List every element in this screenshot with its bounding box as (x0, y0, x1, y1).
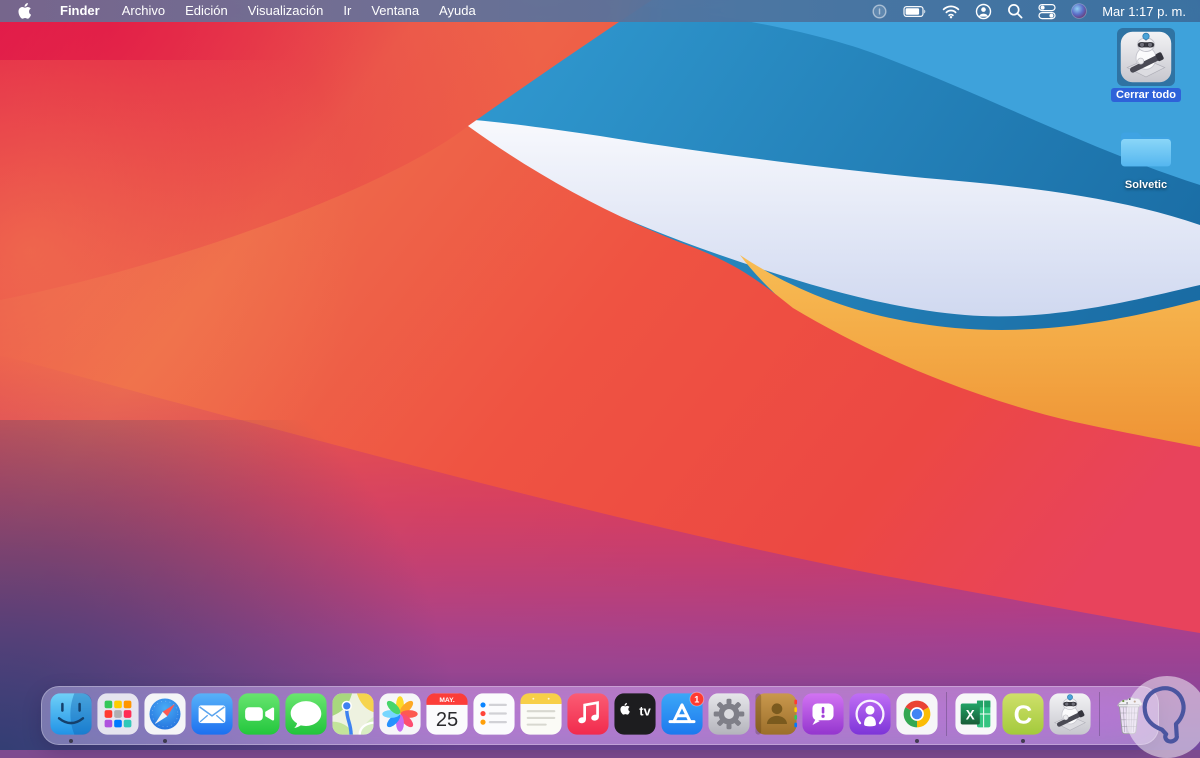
dock-photos[interactable] (378, 692, 422, 736)
dock-safari[interactable] (143, 692, 187, 743)
dock-facetime[interactable] (237, 692, 281, 736)
dock-feedback-assistant[interactable] (801, 692, 845, 736)
blue-folder-icon (1117, 118, 1175, 176)
menu-finder[interactable]: Finder (50, 0, 112, 22)
apple-menu-icon[interactable] (18, 3, 32, 19)
dock-camtasia[interactable]: C (1001, 692, 1045, 743)
dock-separator (1099, 692, 1100, 736)
calendar-month: MAY. (439, 697, 455, 704)
user-account-icon[interactable] (975, 3, 992, 20)
running-indicator (915, 739, 919, 743)
dock-notes[interactable] (519, 692, 563, 736)
dock-app-store[interactable]: 1 (660, 691, 705, 736)
dock-separator (946, 692, 947, 736)
tv-label: tv (639, 704, 651, 719)
desktop-icon-label: Cerrar todo (1111, 88, 1181, 102)
calendar-day: 25 (436, 709, 458, 731)
menu-ir[interactable]: Ir (333, 0, 361, 22)
dock-apple-tv[interactable]: tv (613, 692, 657, 736)
menubar-clock[interactable]: Mar 1:17 p. m. (1102, 4, 1186, 19)
control-center-icon[interactable] (1038, 3, 1056, 20)
wifi-icon[interactable] (942, 4, 960, 19)
dock-maps[interactable] (331, 692, 375, 736)
dock-reminders[interactable] (472, 692, 516, 736)
dock-music[interactable] (566, 692, 610, 736)
automator-app-icon (1117, 28, 1175, 86)
dock-system-preferences[interactable] (707, 692, 751, 736)
desktop-icon-cerrar-todo[interactable]: Cerrar todo (1108, 28, 1184, 102)
menu-bar: Finder Archivo Edición Visualización Ir … (0, 0, 1200, 22)
dock-calendar[interactable]: MAY. 25 (425, 692, 469, 736)
menu-ayuda[interactable]: Ayuda (429, 0, 486, 22)
battery-icon[interactable] (903, 3, 927, 20)
dock-automator[interactable] (1048, 692, 1092, 736)
running-indicator (1021, 739, 1025, 743)
desktop-icon-solvetic[interactable]: Solvetic (1108, 118, 1184, 192)
running-indicator (163, 739, 167, 743)
solvetic-bulb-logo (1126, 676, 1200, 758)
menu-edicion[interactable]: Edición (175, 0, 238, 22)
app-store-badge: 1 (694, 695, 699, 705)
dock-excel[interactable]: X (954, 692, 998, 736)
dock-chrome[interactable] (895, 692, 939, 743)
dock-finder[interactable] (49, 692, 93, 743)
spotlight-search-icon[interactable] (1007, 3, 1023, 19)
dock-messages[interactable] (284, 692, 328, 736)
menu-visualizacion[interactable]: Visualización (238, 0, 334, 22)
dimmed-status-icon[interactable] (871, 3, 888, 20)
big-sur-wallpaper (0, 0, 1200, 750)
menu-archivo[interactable]: Archivo (112, 0, 175, 22)
dock-mail[interactable] (190, 692, 234, 736)
desktop-icon-label: Solvetic (1124, 179, 1168, 191)
camtasia-letter: C (1014, 702, 1033, 730)
dock-launchpad[interactable] (96, 692, 140, 736)
dock: MAY. 25 tv 1 X C (41, 686, 1159, 745)
menu-ventana[interactable]: Ventana (361, 0, 429, 22)
siri-app-icon[interactable] (1071, 3, 1087, 19)
running-indicator (69, 739, 73, 743)
dock-podcasts[interactable] (848, 692, 892, 736)
dock-contacts[interactable] (754, 692, 798, 736)
excel-letter: X (966, 707, 975, 722)
